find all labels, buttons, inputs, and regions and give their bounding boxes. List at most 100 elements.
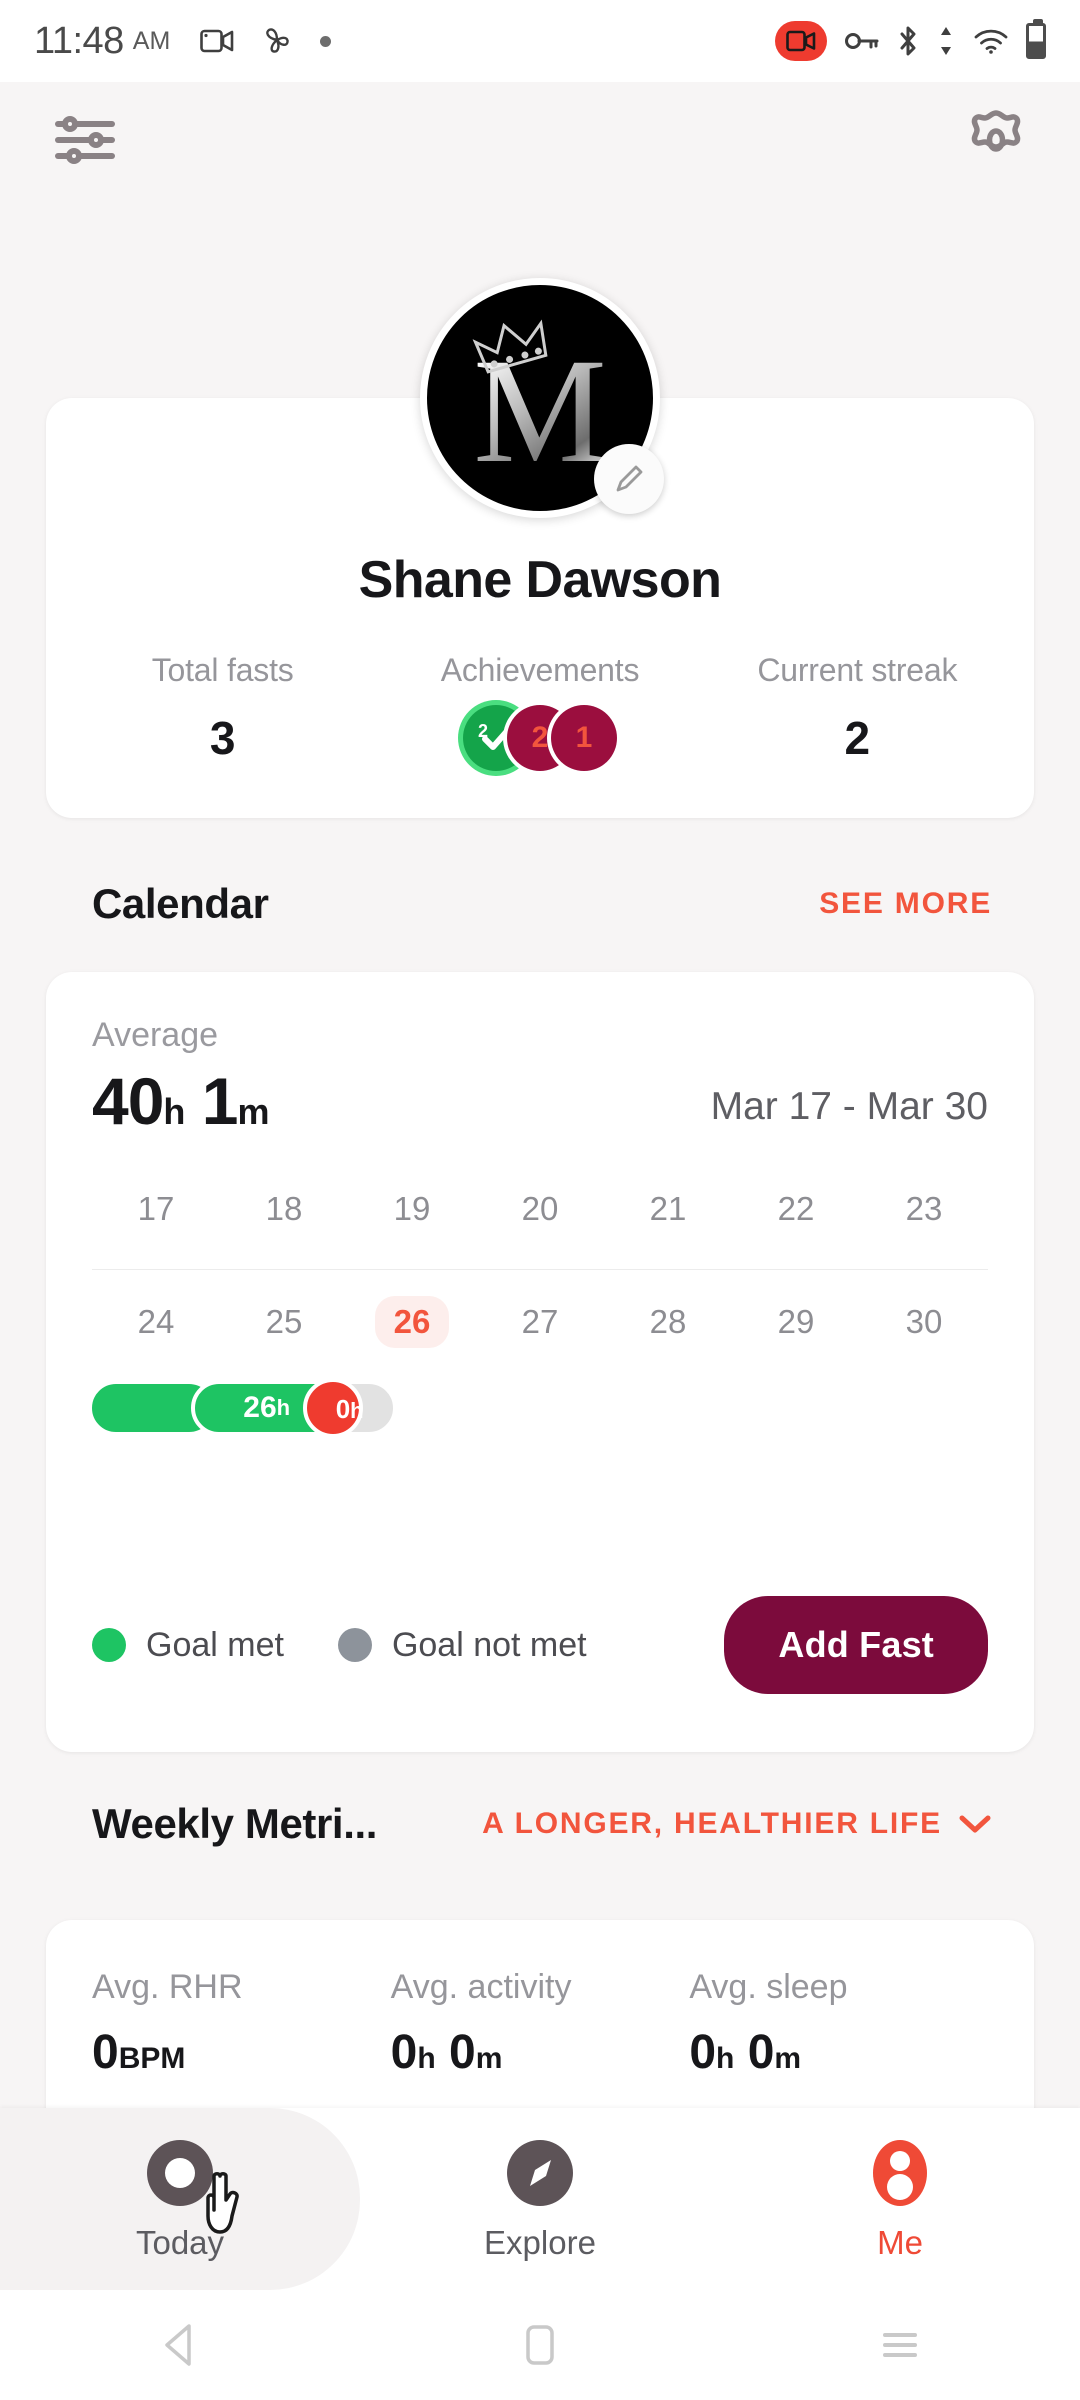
calendar-legend-row: Goal met Goal not met Add Fast	[92, 1596, 988, 1694]
weekly-metrics-section-header: Weekly Metri... A LONGER, HEALTHIER LIFE	[92, 1800, 992, 1848]
stat-label: Total fasts	[151, 652, 294, 688]
avatar-edit-button[interactable]	[594, 444, 664, 514]
see-more-button[interactable]: SEE MORE	[819, 887, 992, 921]
compass-icon	[507, 2140, 573, 2206]
metrics-row: Avg. RHR 0BPM Avg. activity 0h 0m Avg. s…	[92, 1968, 988, 2080]
metric-value: 0h 0m	[689, 2026, 802, 2079]
gear-icon[interactable]	[964, 108, 1028, 177]
calendar-day[interactable]: 25	[220, 1296, 348, 1348]
badge-count: 2	[531, 721, 549, 754]
calendar-day[interactable]: 21	[604, 1183, 732, 1235]
nav-item-explore[interactable]: Explore	[360, 2108, 720, 2290]
calendar-day[interactable]: 27	[476, 1296, 604, 1348]
metric-value: 0BPM	[92, 2026, 186, 2079]
status-left-icons	[200, 24, 332, 58]
weekly-metrics-banner-row[interactable]: A LONGER, HEALTHIER LIFE	[482, 1807, 992, 1841]
weekly-metrics-title: Weekly Metri...	[92, 1800, 378, 1847]
average-minutes: 1	[201, 1064, 239, 1138]
screen-record-icon	[200, 29, 234, 53]
legend-label: Goal met	[146, 1625, 284, 1664]
calendar-day[interactable]: 24	[92, 1296, 220, 1348]
cursor-icon	[206, 2172, 239, 2234]
legend-dot-green	[92, 1628, 126, 1662]
date-range: Mar 17 - Mar 30	[710, 1085, 988, 1128]
fast-bar-current-label: 0h	[335, 1394, 364, 1424]
nav-label: Explore	[484, 2224, 596, 2261]
calendar-day[interactable]: 17	[92, 1183, 220, 1235]
calendar-day[interactable]: 18	[220, 1183, 348, 1235]
metric-avg-sleep: Avg. sleep 0h 0m	[689, 1968, 988, 2080]
calendar-section-header: Calendar SEE MORE	[92, 880, 992, 928]
vpn-key-icon	[845, 33, 879, 49]
stat-total-fasts: Total fasts 3	[64, 652, 381, 771]
metric-label: Avg. activity	[390, 1968, 572, 2006]
calendar-day[interactable]: 28	[604, 1296, 732, 1348]
calendar-week-row-1: 17 18 19 20 21 22 23	[92, 1183, 988, 1235]
calendar-card: Average 40h 1m Mar 17 - Mar 30 17 18 19 …	[46, 972, 1034, 1752]
achievement-badges[interactable]: 2 2 1	[381, 705, 698, 771]
calendar-week-row-2: 24 25 26 27 28 29 30	[92, 1296, 988, 1348]
android-navigation-bar	[0, 2290, 1080, 2400]
recording-badge-icon	[775, 21, 827, 61]
average-line: 40h 1m Mar 17 - Mar 30	[92, 1063, 988, 1139]
app-header	[0, 82, 1080, 202]
calendar-day[interactable]: 23	[860, 1183, 988, 1235]
person-icon	[873, 2140, 927, 2206]
stat-current-streak: Current streak 2	[699, 652, 1016, 771]
add-fast-button[interactable]: Add Fast	[724, 1596, 988, 1694]
pencil-icon	[616, 465, 643, 492]
back-triangle-icon[interactable]	[0, 2321, 360, 2369]
average-label: Average	[92, 1016, 219, 1054]
metric-label: Avg. RHR	[92, 1968, 243, 2006]
calendar-day[interactable]: 29	[732, 1296, 860, 1348]
metric-unit: BPM	[118, 2042, 186, 2075]
fan-icon	[266, 28, 289, 53]
stat-label: Current streak	[757, 652, 958, 688]
metric-avg-activity: Avg. activity 0h 0m	[391, 1968, 690, 2080]
calendar-day[interactable]: 30	[860, 1296, 988, 1348]
metric-label: Avg. sleep	[689, 1968, 848, 2006]
badge-count: 1	[575, 721, 593, 754]
status-bar: 11:48 AM	[0, 0, 1080, 82]
legend-goal-met: Goal met	[92, 1626, 284, 1665]
legend-label: Goal not met	[391, 1625, 587, 1664]
fast-bar-label: 26	[243, 1391, 277, 1424]
achievement-badge-3[interactable]: 1	[550, 705, 617, 771]
calendar-day[interactable]: 22	[732, 1183, 860, 1235]
chevron-down-icon[interactable]	[958, 1813, 992, 1835]
battery-icon	[1026, 19, 1046, 59]
dot-icon	[320, 35, 332, 47]
stat-label: Achievements	[440, 652, 640, 688]
data-transfer-icon	[941, 27, 951, 55]
stat-value: 2	[844, 712, 871, 764]
nav-label: Me	[877, 2224, 923, 2261]
profile-name: Shane Dawson	[358, 551, 722, 609]
calendar-day-today[interactable]: 26	[348, 1296, 476, 1348]
app-screen: 11:48 AM M Shane Dawson Total fasts 3 Ac…	[0, 0, 1080, 2400]
sliders-icon[interactable]	[52, 112, 118, 173]
nav-item-today[interactable]: Today	[0, 2108, 360, 2290]
stat-achievements[interactable]: Achievements 2 2 1	[381, 652, 698, 771]
calendar-day[interactable]: 19	[348, 1183, 476, 1235]
stat-value: 3	[209, 712, 236, 764]
bluetooth-icon	[900, 26, 916, 56]
metric-avg-rhr: Avg. RHR 0BPM	[92, 1968, 391, 2080]
status-time: 11:48	[34, 19, 124, 62]
average-hours: 40	[92, 1064, 164, 1138]
nav-item-me[interactable]: Me	[720, 2108, 1080, 2290]
avatar[interactable]: M	[420, 278, 664, 518]
home-square-icon[interactable]	[360, 2321, 720, 2369]
recents-lines-icon[interactable]	[720, 2321, 1080, 2369]
profile-stats-row: Total fasts 3 Achievements 2 2 1 Current…	[46, 652, 1034, 771]
fast-bar-unit: h	[276, 1395, 291, 1420]
badge-count: 2	[477, 721, 488, 741]
metric-value: 0h 0m	[390, 2026, 503, 2079]
fast-bars: 26 h 0h	[87, 1378, 988, 1438]
bottom-navigation: Today Explore Me	[0, 2108, 1080, 2290]
calendar-day[interactable]: 20	[476, 1183, 604, 1235]
calendar-title: Calendar	[92, 880, 269, 927]
average-hours-unit: h	[163, 1091, 185, 1132]
legend-goal-not-met: Goal not met	[337, 1625, 587, 1665]
weekly-metrics-banner: A LONGER, HEALTHIER LIFE	[482, 1807, 942, 1840]
average-duration: 40h 1m	[92, 1063, 270, 1139]
